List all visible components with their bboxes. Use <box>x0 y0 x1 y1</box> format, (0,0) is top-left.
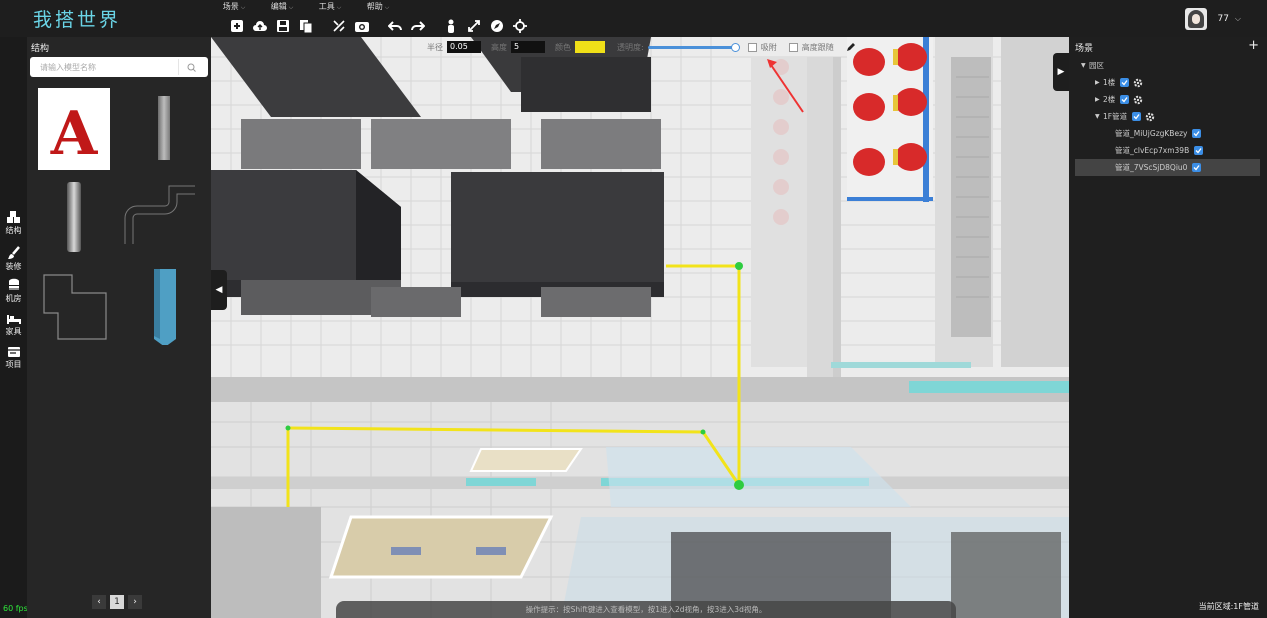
collapse-left-panel-button[interactable]: ◀ <box>211 270 227 310</box>
person-icon[interactable] <box>442 18 459 35</box>
visibility-checkbox[interactable] <box>1192 129 1202 138</box>
save-icon[interactable] <box>274 18 291 35</box>
tree-item-floor-2[interactable]: ▶ 2楼 <box>1069 91 1260 108</box>
collapse-right-panel-button[interactable]: ▶ <box>1053 53 1069 91</box>
scene-panel: 场景 + ▼ 园区 ▶ 1楼 ▶ 2楼 ▼ 1F管道 管道_MiUjGzgKBe… <box>1069 37 1267 618</box>
camera-icon[interactable] <box>353 18 370 35</box>
tree-item-floor-1[interactable]: ▶ 1楼 <box>1069 74 1260 91</box>
model-thumb-cylinder[interactable] <box>38 176 110 258</box>
card-icon <box>7 347 20 357</box>
rail-item-decoration[interactable]: 装修 <box>0 246 27 272</box>
visibility-checkbox[interactable] <box>1120 95 1130 104</box>
caret-down-icon[interactable]: ▼ <box>1081 62 1089 69</box>
panel-title: 结构 <box>31 44 50 54</box>
visibility-checkbox[interactable] <box>1132 112 1142 121</box>
height-follow-label: 高度跟随 <box>801 42 834 52</box>
brush-icon <box>7 246 20 259</box>
visibility-checkbox[interactable] <box>1194 146 1204 155</box>
radius-label: 半径 <box>427 42 443 52</box>
next-page-button[interactable]: › <box>128 595 142 609</box>
add-scene-button[interactable]: + <box>1248 38 1259 53</box>
rail-item-structure[interactable]: 结构 <box>0 211 27 236</box>
model-thumb-floor-outline[interactable] <box>38 263 110 345</box>
add-icon[interactable] <box>228 18 245 35</box>
user-name: 77 <box>1217 14 1229 24</box>
chevron-down-icon[interactable]: ⌵ <box>1235 14 1241 24</box>
tree-item-park[interactable]: ▼ 园区 <box>1069 57 1260 74</box>
opacity-label: 透明度: <box>617 42 644 52</box>
search-input[interactable]: 请输入模型名称 <box>30 57 208 77</box>
category-rail: 结构 装修 机房 家具 项目 <box>0 37 27 618</box>
prev-page-button[interactable]: ‹ <box>92 595 106 609</box>
fps-counter: 60 fps <box>3 604 28 613</box>
bed-icon <box>6 315 21 324</box>
model-thumb-blue-panel[interactable] <box>128 263 200 345</box>
expand-icon[interactable] <box>465 18 482 35</box>
height-label: 高度 <box>491 42 507 52</box>
crosshair-icon[interactable] <box>511 18 528 35</box>
3d-viewport[interactable] <box>211 37 1069 618</box>
rail-item-server-room[interactable]: 机房 <box>0 278 27 304</box>
menu-help[interactable]: 帮助 ⌵ <box>354 0 402 14</box>
scene-render <box>211 37 1069 618</box>
tree-item-1f-pipes[interactable]: ▼ 1F管道 <box>1069 108 1260 125</box>
model-thumb-pipe[interactable] <box>123 176 195 258</box>
visibility-checkbox[interactable] <box>1192 163 1202 172</box>
caret-down-icon[interactable]: ▼ <box>1095 113 1103 120</box>
scene-title: 场景 <box>1075 44 1094 54</box>
svg-text:A: A <box>50 99 99 169</box>
caret-right-icon[interactable]: ▶ <box>1095 79 1103 86</box>
toolbar <box>228 16 534 36</box>
model-thumb-column[interactable] <box>128 88 200 170</box>
cloud-upload-icon[interactable] <box>251 18 268 35</box>
snap-checkbox[interactable] <box>747 42 757 52</box>
top-bar: 我搭世界 场景 ⌵ 编辑 ⌵ 工具 ⌵ 帮助 ⌵ 77 ⌵ <box>0 0 1267 37</box>
menu-tools[interactable]: 工具 ⌵ <box>306 0 354 14</box>
avatar[interactable] <box>1185 8 1208 30</box>
gear-icon[interactable] <box>1145 112 1155 122</box>
measure-icon[interactable] <box>330 18 347 35</box>
copy-icon[interactable] <box>297 18 314 35</box>
gear-icon[interactable] <box>1133 95 1143 105</box>
current-region-label: 当前区域:1F管道 <box>1198 602 1259 611</box>
database-icon <box>8 278 19 290</box>
pagination: ‹ 1 › <box>92 595 146 609</box>
color-label: 颜色 <box>555 42 571 52</box>
user-menu[interactable]: 77 ⌵ <box>1185 8 1241 30</box>
page-number[interactable]: 1 <box>110 595 124 609</box>
gear-icon[interactable] <box>1133 78 1143 88</box>
tree-item-pipe-selected[interactable]: 管道_7VScSjD8Qiu0 <box>1075 159 1260 176</box>
app-logo: 我搭世界 <box>33 9 122 31</box>
height-follow-checkbox[interactable] <box>788 42 798 52</box>
structure-panel: 结构 请输入模型名称 A ‹ 1 › <box>27 37 211 618</box>
color-swatch[interactable] <box>575 41 605 53</box>
model-thumb-text-a[interactable]: A <box>38 88 110 170</box>
operation-hint: 操作提示：按Shift键进入查看模型，按1进入2d视角，按3进入3d视角。 <box>336 601 956 618</box>
undo-icon[interactable] <box>386 18 403 35</box>
search-placeholder: 请输入模型名称 <box>40 63 96 72</box>
pipe-parameter-bar: 半径 0.05 高度 5 颜色 透明度: 吸附 高度跟随 <box>211 37 1069 57</box>
search-icon[interactable] <box>178 59 204 75</box>
redo-icon[interactable] <box>409 18 426 35</box>
cubes-icon <box>6 211 20 223</box>
opacity-slider[interactable] <box>647 42 740 52</box>
pencil-icon[interactable] <box>846 42 856 52</box>
menu-scene[interactable]: 场景 ⌵ <box>210 0 258 14</box>
menu-bar: 场景 ⌵ 编辑 ⌵ 工具 ⌵ 帮助 ⌵ <box>210 0 402 14</box>
menu-edit[interactable]: 编辑 ⌵ <box>258 0 306 14</box>
snap-label: 吸附 <box>760 42 777 52</box>
tree-item-pipe[interactable]: 管道_clvEcp7xm39B <box>1069 142 1260 159</box>
visibility-checkbox[interactable] <box>1120 78 1130 87</box>
radius-input[interactable]: 0.05 <box>447 41 481 53</box>
rail-item-furniture[interactable]: 家具 <box>0 313 27 337</box>
compass-icon[interactable] <box>488 18 505 35</box>
height-input[interactable]: 5 <box>511 41 545 53</box>
tree-item-pipe[interactable]: 管道_MiUjGzgKBezy <box>1069 125 1260 142</box>
rail-item-project[interactable]: 项目 <box>0 346 27 370</box>
caret-right-icon[interactable]: ▶ <box>1095 96 1103 103</box>
slider-handle[interactable] <box>730 42 740 52</box>
app-window: 我搭世界 场景 ⌵ 编辑 ⌵ 工具 ⌵ 帮助 ⌵ 77 ⌵ 结构 装修 机房 家… <box>0 0 1267 618</box>
